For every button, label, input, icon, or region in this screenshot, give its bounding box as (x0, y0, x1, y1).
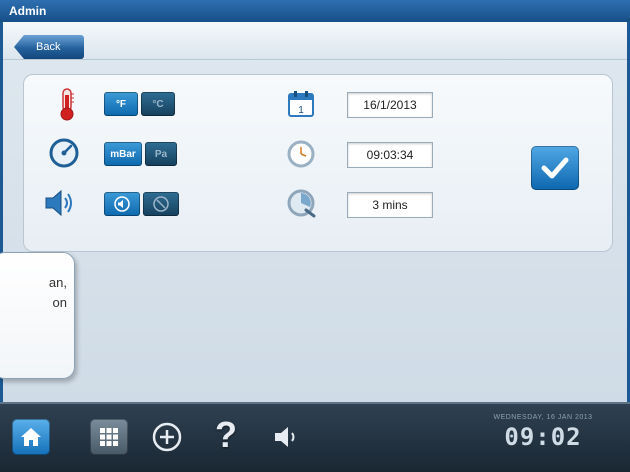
date-field[interactable]: 16/1/2013 (347, 92, 433, 118)
window-title: Admin (0, 0, 630, 22)
add-button[interactable] (148, 419, 186, 455)
confirm-button[interactable] (531, 146, 579, 190)
checkmark-icon (541, 157, 569, 179)
sound-on-toggle[interactable] (104, 192, 140, 216)
timeout-field[interactable]: 3 mins (347, 192, 433, 218)
taskbar: ? WEDNESDAY, 16 JAN 2013 09:02 (0, 402, 630, 472)
screensaver-timer-icon (286, 188, 316, 218)
navigation-bar: Back (3, 22, 627, 60)
help-button[interactable]: ? (205, 414, 247, 458)
help-tooltip: an, on (0, 252, 75, 379)
fahrenheit-toggle[interactable]: °F (104, 92, 138, 116)
current-date: WEDNESDAY, 16 JAN 2013 (493, 414, 593, 421)
thermometer-icon (52, 87, 82, 121)
volume-icon (275, 427, 295, 447)
menu-grid-button[interactable] (90, 419, 128, 455)
sound-off-icon (153, 196, 169, 212)
celsius-toggle[interactable]: °C (141, 92, 175, 116)
home-button[interactable] (12, 419, 50, 455)
volume-button[interactable] (268, 419, 306, 455)
tooltip-line: an, (48, 275, 67, 290)
clock-icon (286, 139, 316, 169)
tooltip-line: on (52, 295, 67, 310)
calendar-icon: 1 (286, 89, 316, 119)
plus-circle-icon (152, 422, 182, 452)
gauge-icon (48, 137, 79, 168)
mbar-toggle[interactable]: mBar (104, 142, 142, 166)
settings-card: °F °C mBar Pa 1 16/1/2013 09:03:34 3 min… (23, 74, 613, 252)
time-field[interactable]: 09:03:34 (347, 142, 433, 168)
home-icon (21, 428, 41, 446)
clock-display: WEDNESDAY, 16 JAN 2013 09:02 (478, 414, 608, 451)
grid-icon (100, 428, 118, 446)
sound-on-icon (114, 196, 130, 212)
back-button[interactable]: Back (14, 35, 84, 59)
speaker-icon (42, 188, 72, 218)
pa-toggle[interactable]: Pa (145, 142, 177, 166)
svg-text:1: 1 (298, 105, 304, 116)
admin-panel: Back °F °C mBar Pa 1 16/1/2013 09:03:34 … (0, 22, 630, 402)
sound-off-toggle[interactable] (143, 192, 179, 216)
current-time: 09:02 (504, 423, 582, 451)
